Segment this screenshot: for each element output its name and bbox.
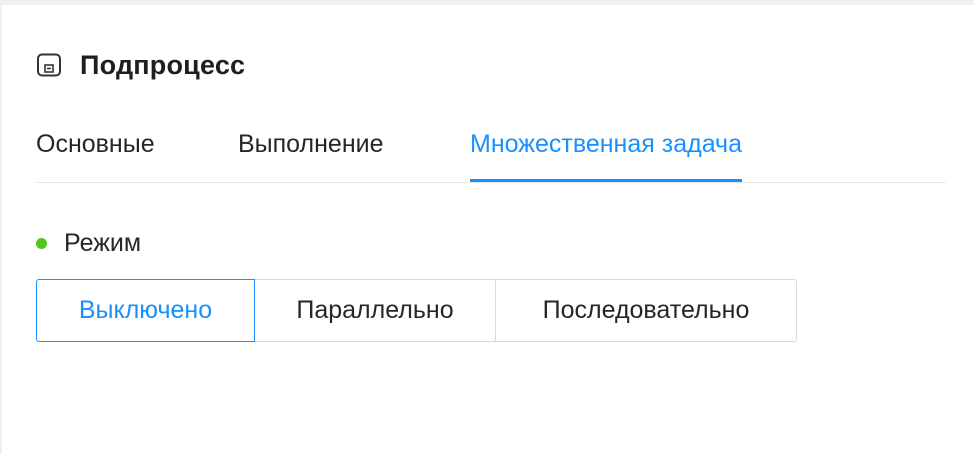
tab-basic[interactable]: Основные (36, 122, 155, 181)
mode-label: Режим (64, 228, 142, 257)
mode-segmented-control: Выключено Параллельно Последовательно (36, 279, 797, 342)
panel-header: Подпроцесс (36, 45, 245, 85)
panel-title: Подпроцесс (80, 49, 246, 80)
mode-option-sequential[interactable]: Последовательно (495, 279, 797, 342)
subprocess-icon (36, 52, 62, 78)
tab-bar: Основные Выполнение Множественная задача (36, 122, 946, 183)
status-dot-icon (36, 237, 47, 249)
mode-option-parallel[interactable]: Параллельно (254, 279, 496, 342)
tab-multi-instance[interactable]: Множественная задача (470, 122, 742, 182)
mode-option-off[interactable]: Выключено (36, 279, 255, 342)
mode-field-label: Режим (36, 227, 141, 259)
tab-execution[interactable]: Выполнение (238, 122, 384, 181)
properties-panel: Подпроцесс Основные Выполнение Множестве… (2, 5, 974, 454)
